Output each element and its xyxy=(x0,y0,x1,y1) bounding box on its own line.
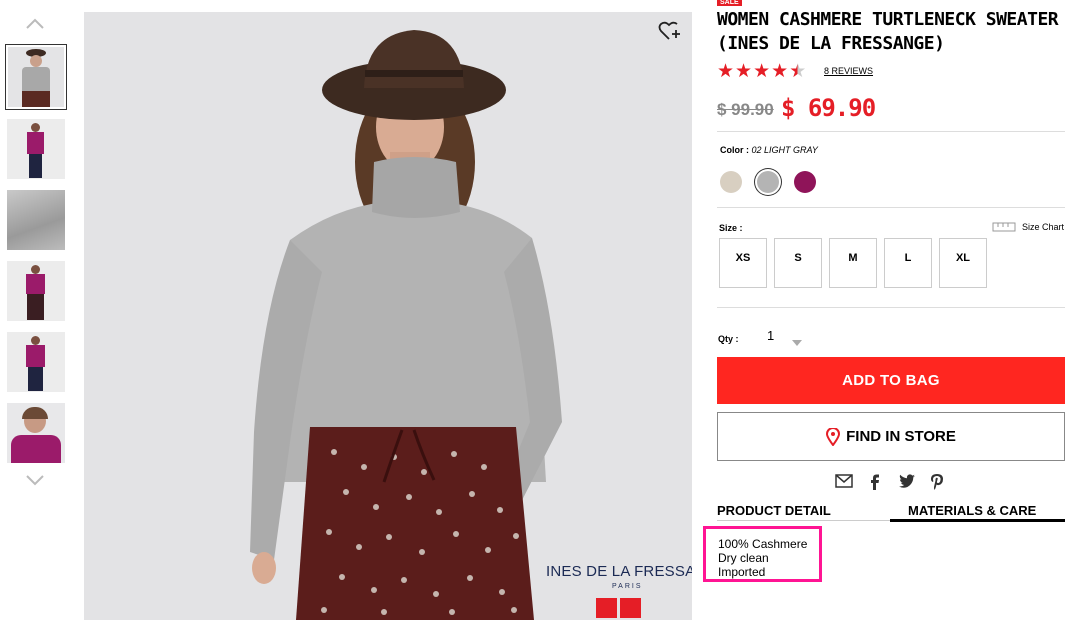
size-chart-link[interactable]: Size Chart xyxy=(992,222,1064,232)
thumbnail-rail xyxy=(0,0,70,633)
twitter-share-icon[interactable] xyxy=(899,474,917,490)
selected-color-name: 02 LIGHT GRAY xyxy=(751,145,818,155)
divider xyxy=(717,131,1065,132)
star-icon: ★ xyxy=(753,61,771,82)
email-share-icon[interactable] xyxy=(835,474,853,490)
thumbnail-1[interactable] xyxy=(5,44,67,110)
ruler-icon xyxy=(992,222,1016,232)
color-swatch-purple[interactable] xyxy=(794,171,816,193)
product-title: WOMEN CASHMERE TURTLENECK SWEATER (INES … xyxy=(717,9,1059,54)
origin-line: Imported xyxy=(718,565,766,579)
facebook-share-icon[interactable] xyxy=(870,474,888,490)
tab-materials-care[interactable]: MATERIALS & CARE xyxy=(908,503,1036,518)
active-tab-indicator xyxy=(890,519,1065,522)
find-in-store-button[interactable]: FIND IN STORE xyxy=(717,412,1065,461)
qty-select[interactable]: 1 xyxy=(767,328,774,343)
model-illustration xyxy=(250,30,562,620)
star-icon: ★ xyxy=(735,61,753,82)
reviews-link[interactable]: 8 REVIEWS xyxy=(824,66,873,76)
main-product-image: INES DE LA FRESSANGE PARIS xyxy=(84,12,692,620)
color-label-text: Color : xyxy=(720,145,749,155)
size-option-xs[interactable]: XS xyxy=(719,238,767,288)
materials-care-content: 100% Cashmere Dry clean Imported xyxy=(703,526,822,582)
color-label: Color : 02 LIGHT GRAY xyxy=(720,145,818,155)
qty-label: Qty : xyxy=(718,334,739,344)
color-swatch-natural[interactable] xyxy=(720,171,742,193)
wishlist-heart-icon[interactable] xyxy=(658,20,682,42)
sale-price: $ 69.90 xyxy=(781,94,876,122)
brand-watermark-sub: PARIS xyxy=(612,583,643,590)
sale-badge: SALE xyxy=(717,0,742,6)
size-option-xl[interactable]: XL xyxy=(939,238,987,288)
location-pin-icon xyxy=(826,427,841,446)
half-star-icon: ★ xyxy=(789,61,807,82)
find-in-store-label: FIND IN STORE xyxy=(846,428,956,445)
divider xyxy=(717,207,1065,208)
add-to-bag-button[interactable]: ADD TO BAG xyxy=(717,357,1065,404)
star-icon: ★ xyxy=(717,61,735,82)
thumbnail-5[interactable] xyxy=(7,332,65,392)
care-line: Dry clean xyxy=(718,551,769,565)
size-option-l[interactable]: L xyxy=(884,238,932,288)
tab-product-detail[interactable]: PRODUCT DETAIL xyxy=(717,503,831,518)
qty-dropdown-caret-icon[interactable] xyxy=(792,333,802,351)
thumbnail-4[interactable] xyxy=(7,261,65,321)
brand-watermark: INES DE LA FRESSANGE xyxy=(546,563,692,580)
size-option-s[interactable]: S xyxy=(774,238,822,288)
thumb-up-arrow-icon[interactable] xyxy=(25,18,45,32)
star-icon: ★ xyxy=(771,61,789,82)
color-swatch-light-gray[interactable] xyxy=(757,171,779,193)
thumbnail-3[interactable] xyxy=(7,190,65,250)
original-price: $ 99.90 xyxy=(717,100,774,119)
rating-stars: ★ ★ ★ ★ ★ xyxy=(717,62,806,82)
size-label: Size : xyxy=(719,223,743,233)
thumbnail-6[interactable] xyxy=(7,403,65,463)
size-chart-label: Size Chart xyxy=(1022,222,1065,232)
divider xyxy=(717,307,1065,308)
material-line: 100% Cashmere xyxy=(718,537,808,551)
uniqlo-logo xyxy=(596,598,642,618)
thumbnail-2[interactable] xyxy=(7,119,65,179)
thumb-down-arrow-icon[interactable] xyxy=(25,474,45,488)
pinterest-share-icon[interactable] xyxy=(931,474,949,490)
size-option-m[interactable]: M xyxy=(829,238,877,288)
